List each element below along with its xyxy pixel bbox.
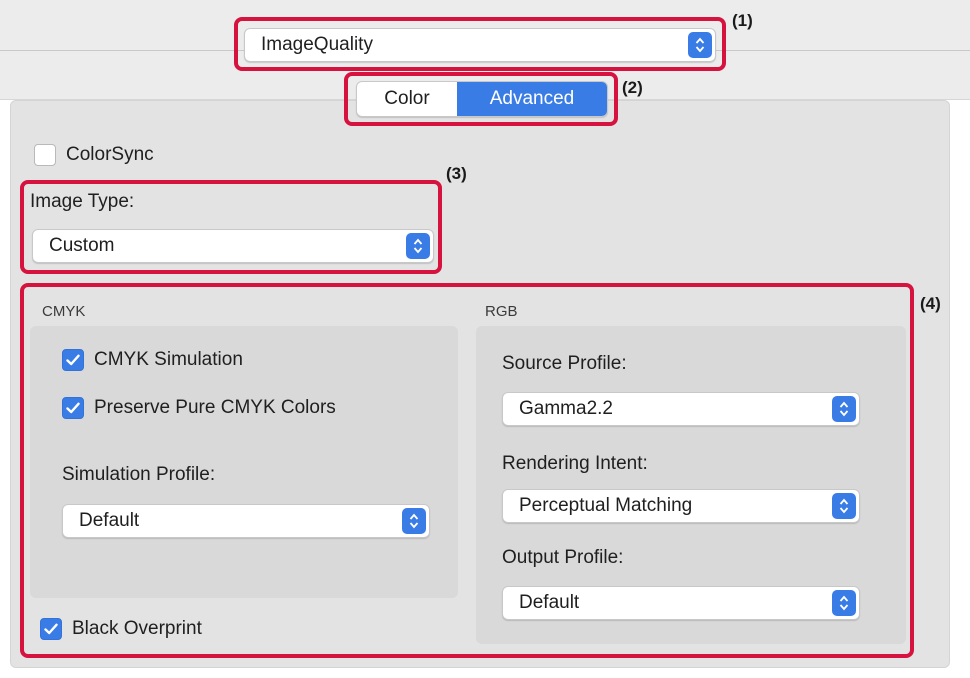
colorsync-checkbox[interactable]: ColorSync (34, 144, 154, 166)
annotation-label-4: (4) (920, 294, 941, 313)
annotation-box-4 (20, 283, 914, 658)
annotation-label-3: (3) (446, 164, 467, 183)
annotation-box-2 (344, 72, 618, 126)
annotation-label-1: (1) (732, 11, 753, 30)
annotation-label-2: (2) (622, 78, 643, 97)
annotation-box-3 (20, 180, 442, 274)
annotation-box-1 (234, 17, 726, 71)
checkbox-icon (34, 144, 56, 166)
colorsync-label: ColorSync (66, 144, 154, 165)
